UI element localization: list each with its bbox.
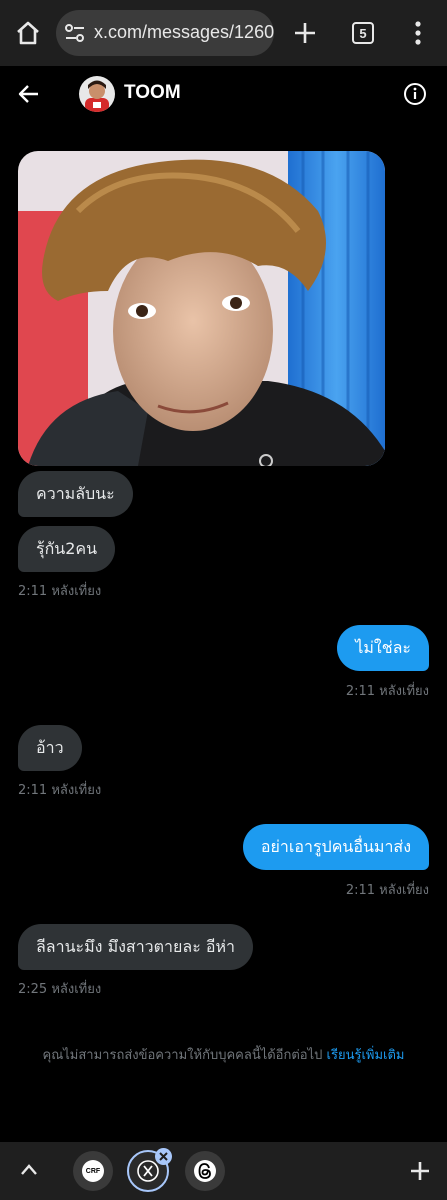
learn-more-link[interactable]: เรียนรู้เพิ่มเติม: [327, 1048, 405, 1063]
notice-text: คุณไม่สามารถส่งข้อความให้กับบุคคลนี้ได้อ…: [42, 1048, 323, 1063]
home-icon[interactable]: [14, 19, 42, 47]
conversation-header: TOOM: [0, 66, 447, 122]
tab-threads[interactable]: [185, 1151, 225, 1191]
message-bubble-incoming[interactable]: ลีลานะมึง มึงสาวตายละ อีห่า: [18, 924, 254, 970]
new-tab-icon[interactable]: [292, 20, 318, 46]
tab-switcher-button[interactable]: 5: [352, 22, 374, 44]
message-timestamp: 2:25 หลังเที่ยง: [18, 982, 102, 997]
address-bar[interactable]: x.com/messages/1260: [56, 10, 274, 56]
message-timestamp: 2:11 หลังเที่ยง: [18, 584, 102, 599]
cannot-message-notice: คุณไม่สามารถส่งข้อความให้กับบุคคลนี้ได้อ…: [0, 1044, 447, 1065]
avatar[interactable]: [79, 76, 115, 112]
threads-logo-icon: [194, 1160, 216, 1182]
message-bubble-incoming[interactable]: อ้าว: [18, 725, 82, 771]
message-bubble-incoming[interactable]: ความลับนะ: [18, 471, 133, 517]
photo-message[interactable]: [18, 151, 385, 466]
message-bubble-incoming[interactable]: รุ้กัน2คน: [18, 526, 116, 572]
message-timestamp: 2:11 หลังเที่ยง: [345, 883, 429, 898]
browser-toolbar: x.com/messages/1260 5: [0, 0, 447, 66]
info-icon[interactable]: [403, 82, 427, 106]
message-timestamp: 2:11 หลังเที่ยง: [18, 783, 102, 798]
site-settings-icon[interactable]: [64, 23, 86, 43]
crf-logo-icon: CRF: [82, 1160, 104, 1182]
tab-crf[interactable]: CRF: [73, 1151, 113, 1191]
x-logo-icon: [137, 1160, 159, 1182]
message-timestamp: 2:11 หลังเที่ยง: [345, 684, 429, 699]
close-tab-icon[interactable]: [155, 1148, 172, 1165]
message-bubble-outgoing[interactable]: ไม่ใช่ละ: [337, 625, 429, 671]
message-bubble-outgoing[interactable]: อย่าเอารูปคนอื่นมาส่ง: [242, 824, 429, 870]
contact-name[interactable]: TOOM: [124, 82, 181, 104]
tab-count: 5: [359, 25, 367, 41]
add-tab-icon[interactable]: [409, 1160, 431, 1182]
crf-label: CRF: [85, 1167, 101, 1175]
bottom-tab-strip: CRF: [0, 1142, 447, 1200]
back-arrow-icon[interactable]: [16, 82, 42, 106]
url-text[interactable]: x.com/messages/1260: [94, 22, 274, 43]
chevron-up-icon[interactable]: [18, 1161, 40, 1179]
more-options-icon[interactable]: [408, 20, 428, 46]
